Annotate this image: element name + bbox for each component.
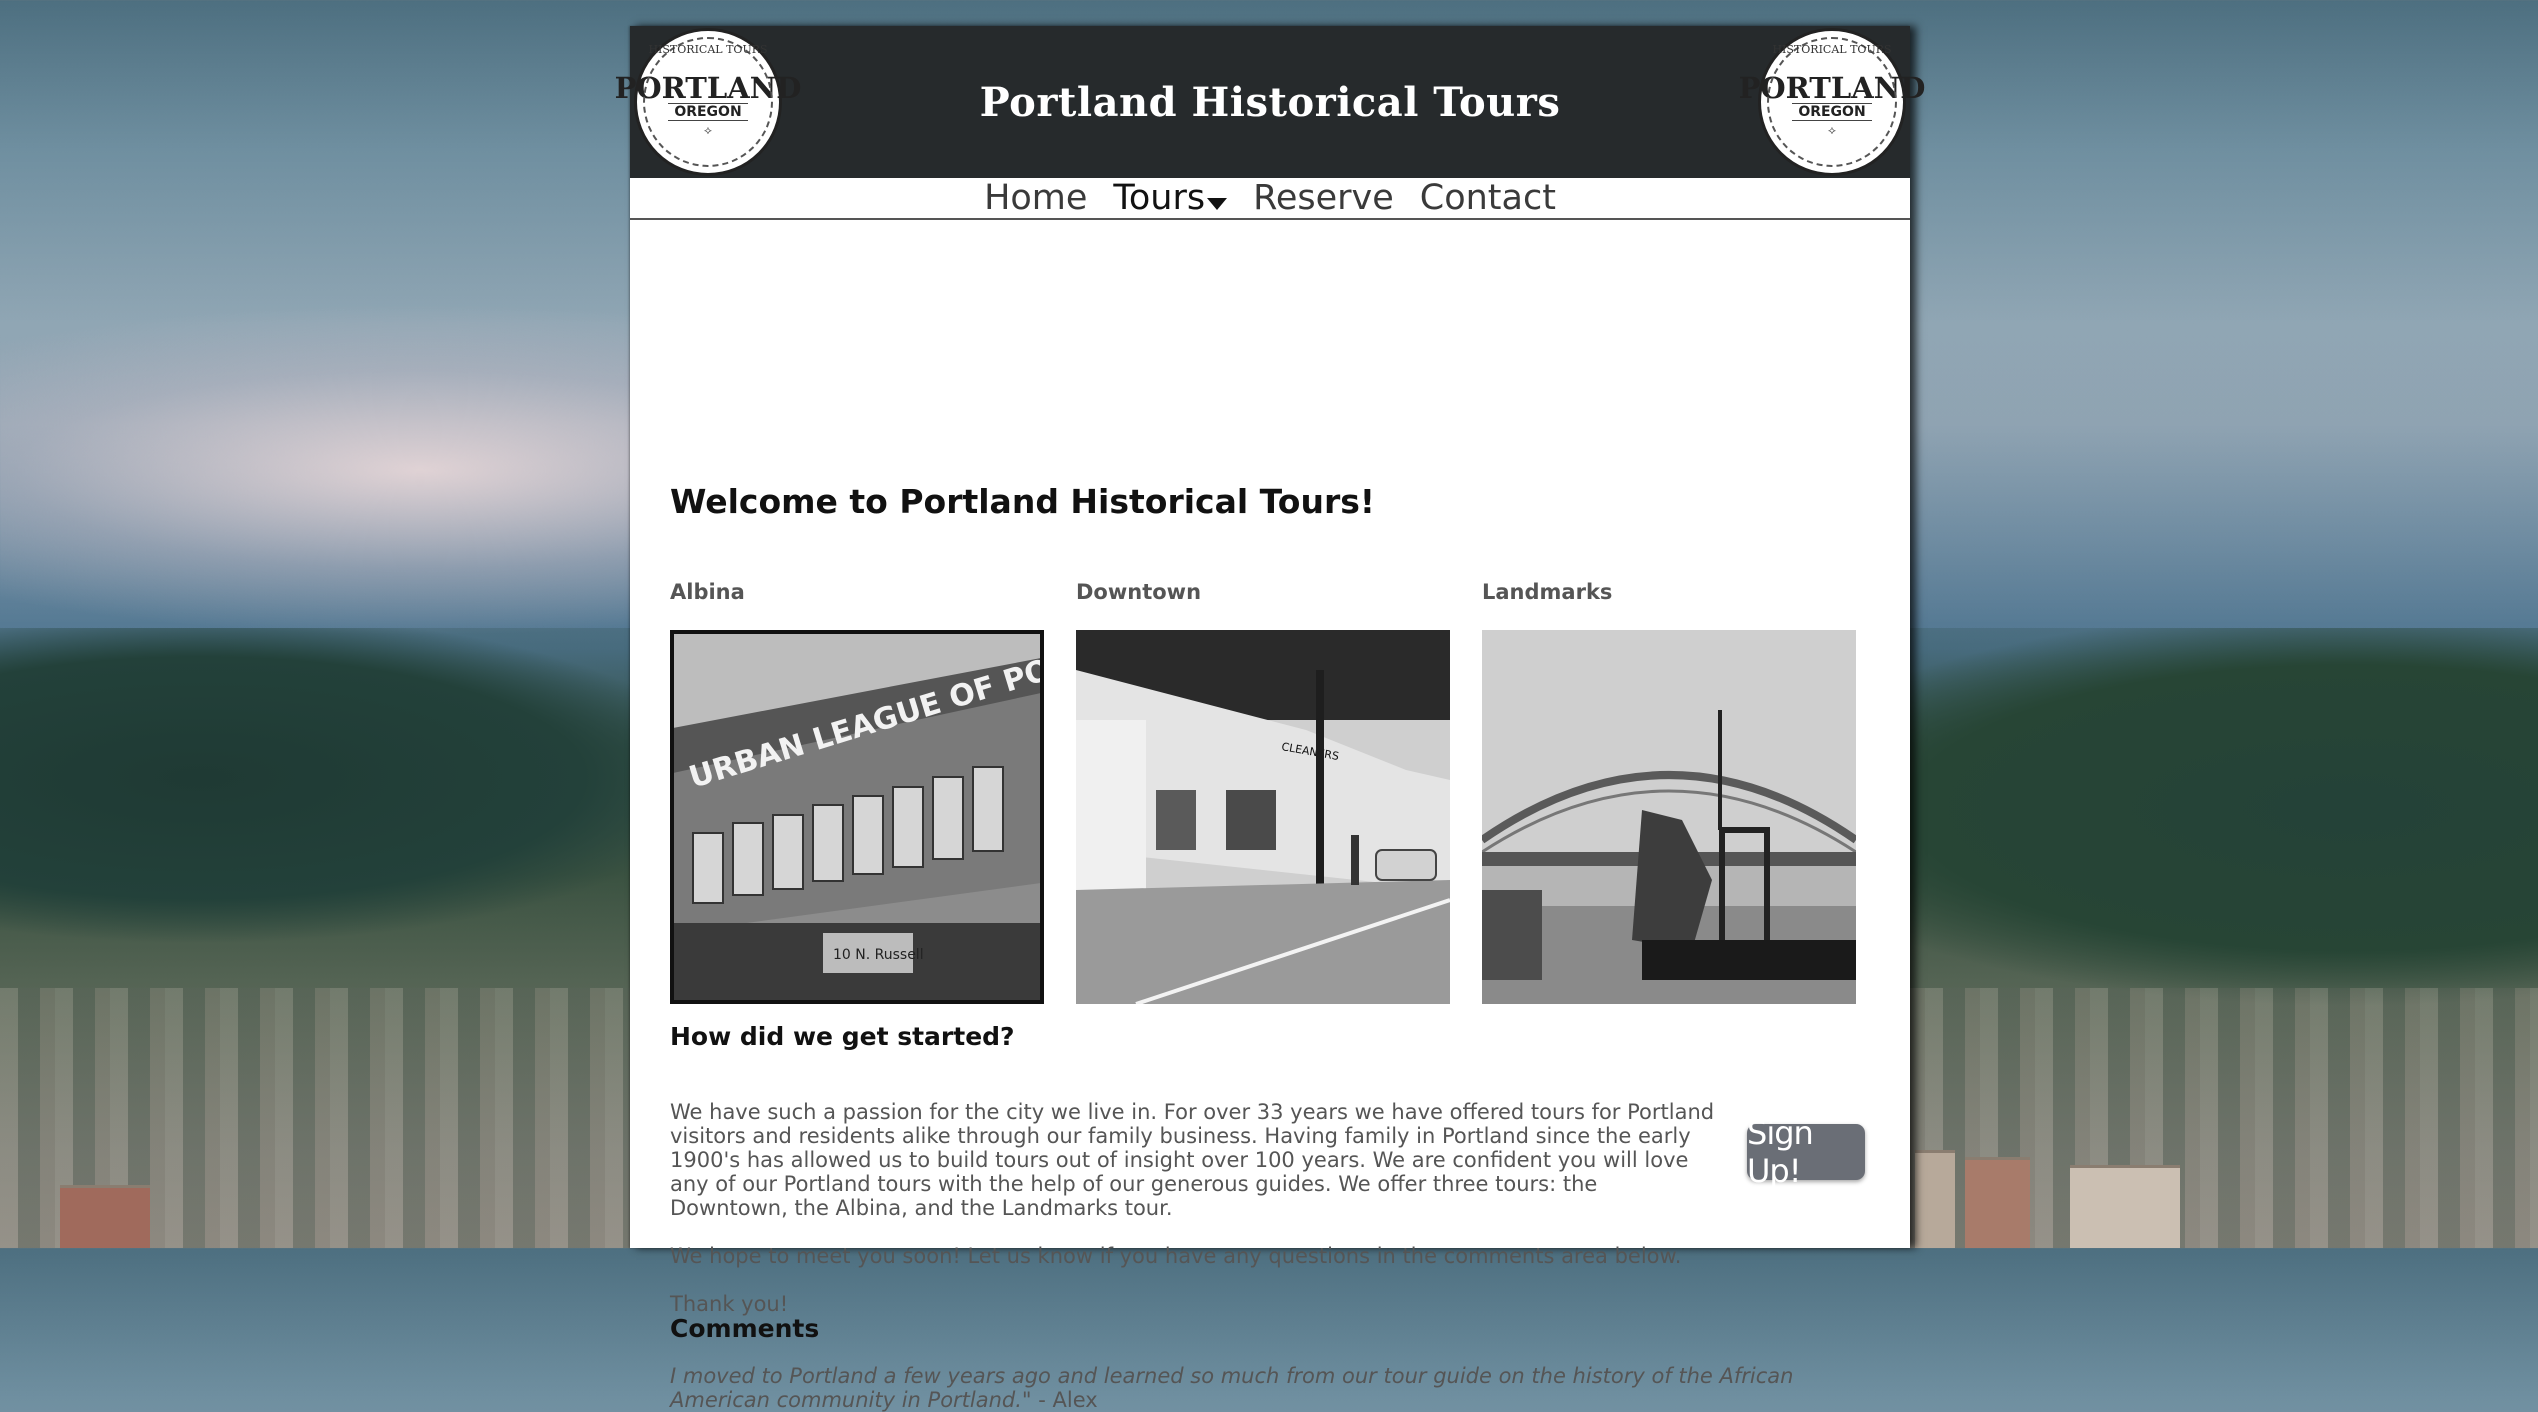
nav-tours-label: Tours <box>1113 178 1206 218</box>
nav-contact[interactable]: Contact <box>1420 178 1556 218</box>
background-building <box>2070 1165 2180 1248</box>
seal-arc-text: HISTORICAL TOURS <box>1772 43 1892 56</box>
portland-seal-logo[interactable]: HISTORICAL TOURS PORTLAND OREGON ⟡ <box>615 28 801 176</box>
albina-photo[interactable]: URBAN LEAGUE OF PORTLAND 10 N. Russell <box>670 630 1044 1004</box>
seal-ring <box>1767 37 1897 167</box>
seal-ring <box>643 37 773 167</box>
page-container: HISTORICAL TOURS PORTLAND OREGON ⟡ Portl… <box>615 26 1925 1412</box>
tour-label-landmarks: Landmarks <box>1482 580 1613 604</box>
comment-item: I moved to Portland a few years ago and … <box>670 1364 1900 1412</box>
page-title: Welcome to Portland Historical Tours! <box>670 482 1375 521</box>
portland-seal-logo: HISTORICAL TOURS PORTLAND OREGON ⟡ <box>1739 28 1925 176</box>
main-nav: Home Tours Reserve Contact <box>630 178 1910 220</box>
sign-up-button[interactable]: Sign Up! <box>1747 1114 1865 1190</box>
nav-home[interactable]: Home <box>984 178 1087 218</box>
albina-address-text: 10 N. Russell <box>833 947 924 963</box>
background-building <box>1915 1150 1955 1248</box>
background-building <box>1965 1157 2030 1248</box>
comment-author: - Alex <box>1031 1388 1098 1412</box>
tour-label-albina: Albina <box>670 580 745 604</box>
seal-arc-text: HISTORICAL TOURS <box>648 43 768 56</box>
thanks-paragraph: Thank you! <box>670 1292 789 1316</box>
site-header: HISTORICAL TOURS PORTLAND OREGON ⟡ Portl… <box>615 26 1925 178</box>
landmarks-photo-art <box>1482 630 1856 1004</box>
nav-tours-dropdown[interactable]: Tours <box>1113 178 1228 218</box>
caret-down-icon <box>1207 198 1228 210</box>
nav-reserve[interactable]: Reserve <box>1253 178 1394 218</box>
comments-heading: Comments <box>670 1314 820 1343</box>
about-paragraph: We have such a passion for the city we l… <box>670 1100 1715 1220</box>
site-title: Portland Historical Tours <box>979 78 1561 126</box>
landmarks-photo[interactable] <box>1482 630 1856 1004</box>
section-heading-started: How did we get started? <box>670 1022 1015 1051</box>
comment-text: I moved to Portland a few years ago and … <box>670 1364 1794 1412</box>
downtown-photo-art: CLEANERS <box>1076 630 1450 1004</box>
background-building <box>60 1185 150 1248</box>
tour-label-downtown: Downtown <box>1076 580 1202 604</box>
downtown-photo[interactable]: CLEANERS <box>1076 630 1450 1004</box>
albina-photo-art: URBAN LEAGUE OF PORTLAND 10 N. Russell <box>673 633 1041 1001</box>
